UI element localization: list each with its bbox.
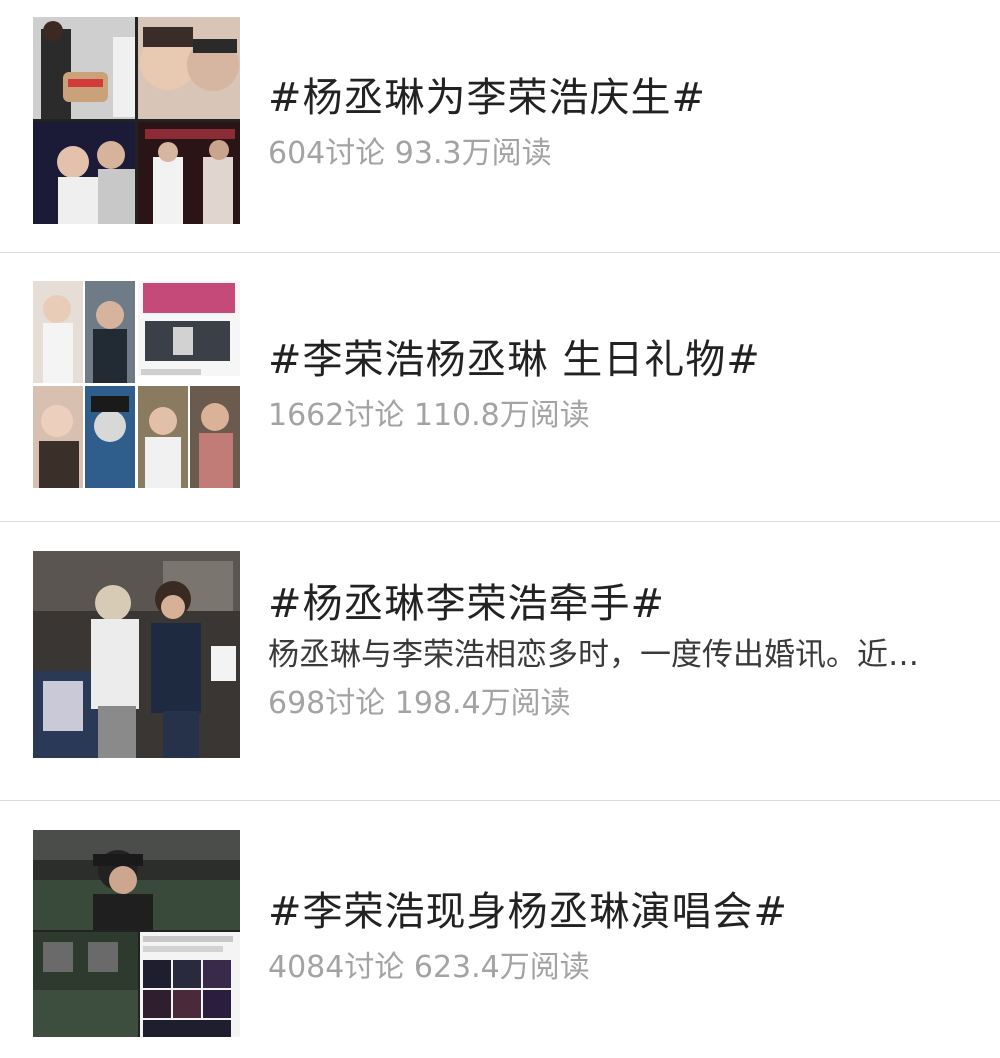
topic-thumbnail	[33, 830, 240, 1037]
topic-list: #杨丞琳为李荣浩庆生# 604讨论 93.3万阅读 #李荣浩杨丞琳 生日礼物# …	[0, 0, 1000, 1058]
topic-item[interactable]: #杨丞琳李荣浩牵手# 杨丞琳与李荣浩相恋多时，一度传出婚讯。近… 698讨论 1…	[0, 522, 1000, 800]
topic-stats: 604讨论 93.3万阅读	[268, 136, 552, 171]
topic-text: #李荣浩杨丞琳 生日礼物# 1662讨论 110.8万阅读	[268, 336, 970, 436]
topic-stats: 4084讨论 623.4万阅读	[268, 950, 590, 985]
topic-item[interactable]: #李荣浩杨丞琳 生日礼物# 1662讨论 110.8万阅读	[0, 253, 1000, 521]
topic-item[interactable]: #杨丞琳为李荣浩庆生# 604讨论 93.3万阅读	[0, 0, 1000, 252]
photo-collage-icon	[33, 281, 240, 488]
topic-text: #杨丞琳李荣浩牵手# 杨丞琳与李荣浩相恋多时，一度传出婚讯。近… 698讨论 1…	[268, 580, 970, 724]
topic-title[interactable]: #杨丞琳李荣浩牵手#	[268, 580, 970, 628]
topic-title[interactable]: #李荣浩现身杨丞琳演唱会#	[268, 888, 970, 936]
topic-stats: 698讨论 198.4万阅读	[268, 686, 571, 721]
topic-thumbnail	[33, 281, 240, 488]
topic-stats: 1662讨论 110.8万阅读	[268, 398, 590, 433]
topic-item[interactable]: #李荣浩现身杨丞琳演唱会# 4084讨论 623.4万阅读	[0, 801, 1000, 1058]
topic-thumbnail	[33, 551, 240, 758]
topic-thumbnail	[33, 17, 240, 224]
topic-text: #杨丞琳为李荣浩庆生# 604讨论 93.3万阅读	[268, 74, 970, 174]
photo-collage-icon	[33, 17, 240, 224]
photo-icon	[33, 551, 240, 758]
topic-description: 杨丞琳与李荣浩相恋多时，一度传出婚讯。近…	[268, 637, 919, 673]
topic-text: #李荣浩现身杨丞琳演唱会# 4084讨论 623.4万阅读	[268, 888, 970, 988]
photo-collage-icon	[33, 830, 240, 1037]
topic-title[interactable]: #李荣浩杨丞琳 生日礼物#	[268, 336, 970, 384]
topic-title[interactable]: #杨丞琳为李荣浩庆生#	[268, 74, 970, 122]
